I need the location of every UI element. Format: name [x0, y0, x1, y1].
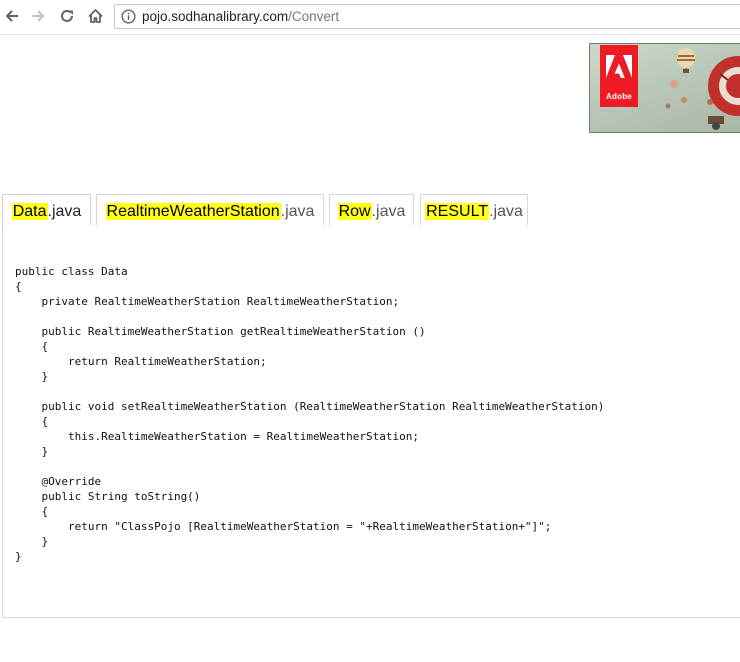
tab-realtimeweatherstation-name: RealtimeWeatherStation	[105, 203, 281, 220]
code-line: }	[15, 550, 22, 563]
tab-realtimeweatherstation[interactable]: RealtimeWeatherStation.java	[96, 194, 324, 226]
code-line: private RealtimeWeatherStation RealtimeW…	[15, 295, 400, 308]
adobe-logo: Adobe	[600, 45, 638, 107]
tab-data-name: Data	[11, 203, 48, 220]
code-line: public class Data	[15, 265, 128, 278]
browser-toolbar: pojo.sodhanalibrary.com/Convert	[0, 0, 740, 35]
tab-data-ext: .java	[47, 203, 82, 220]
tab-row-name: Row	[337, 203, 372, 220]
ad-banner[interactable]: Adobe	[589, 43, 740, 133]
code-line: return "ClassPojo [RealtimeWeatherStatio…	[15, 520, 552, 533]
address-bar[interactable]: pojo.sodhanalibrary.com/Convert	[114, 4, 740, 29]
info-icon[interactable]	[121, 9, 136, 24]
tab-realtimeweatherstation-ext: .java	[280, 203, 315, 220]
code-line: }	[15, 445, 49, 458]
url-text: pojo.sodhanalibrary.com/Convert	[142, 9, 339, 25]
code-line: public String toString()	[15, 490, 201, 503]
adobe-wordmark: Adobe	[606, 92, 632, 101]
home-button[interactable]	[84, 5, 106, 27]
code-line: {	[15, 505, 49, 518]
tab-result-ext: .java	[489, 203, 523, 220]
code-line: this.RealtimeWeatherStation = RealtimeWe…	[15, 430, 419, 443]
reload-icon	[61, 9, 73, 22]
code-line: {	[15, 340, 49, 353]
code-line: @Override	[15, 475, 102, 488]
code-line: }	[15, 370, 49, 383]
tab-data[interactable]: Data.java	[2, 194, 91, 227]
adobe-mark-icon	[606, 55, 632, 78]
home-icon	[87, 9, 103, 23]
url-path: /Convert	[288, 9, 340, 24]
reload-button[interactable]	[56, 5, 78, 27]
tab-row-ext: .java	[371, 203, 406, 220]
code-line: {	[15, 280, 22, 293]
code-line: public RealtimeWeatherStation getRealtim…	[15, 325, 426, 338]
back-arrow-icon	[5, 10, 18, 22]
code-line: {	[15, 415, 49, 428]
code-line: }	[15, 535, 49, 548]
hot-air-balloons-illustration	[665, 48, 740, 130]
tab-row[interactable]: Row.java	[329, 194, 414, 226]
tab-result[interactable]: RESULT.java	[420, 194, 528, 226]
tab-result-name: RESULT	[425, 203, 490, 220]
code-panel: public class Data { private RealtimeWeat…	[2, 225, 740, 618]
forward-button[interactable]	[27, 5, 49, 27]
code-line: public void setRealtimeWeatherStation (R…	[15, 400, 605, 413]
forward-arrow-icon	[32, 10, 45, 22]
url-host: pojo.sodhanalibrary.com	[142, 9, 289, 24]
code-line: return RealtimeWeatherStation;	[15, 355, 267, 368]
back-button[interactable]	[1, 5, 23, 27]
java-code[interactable]: public class Data { private RealtimeWeat…	[15, 264, 604, 564]
